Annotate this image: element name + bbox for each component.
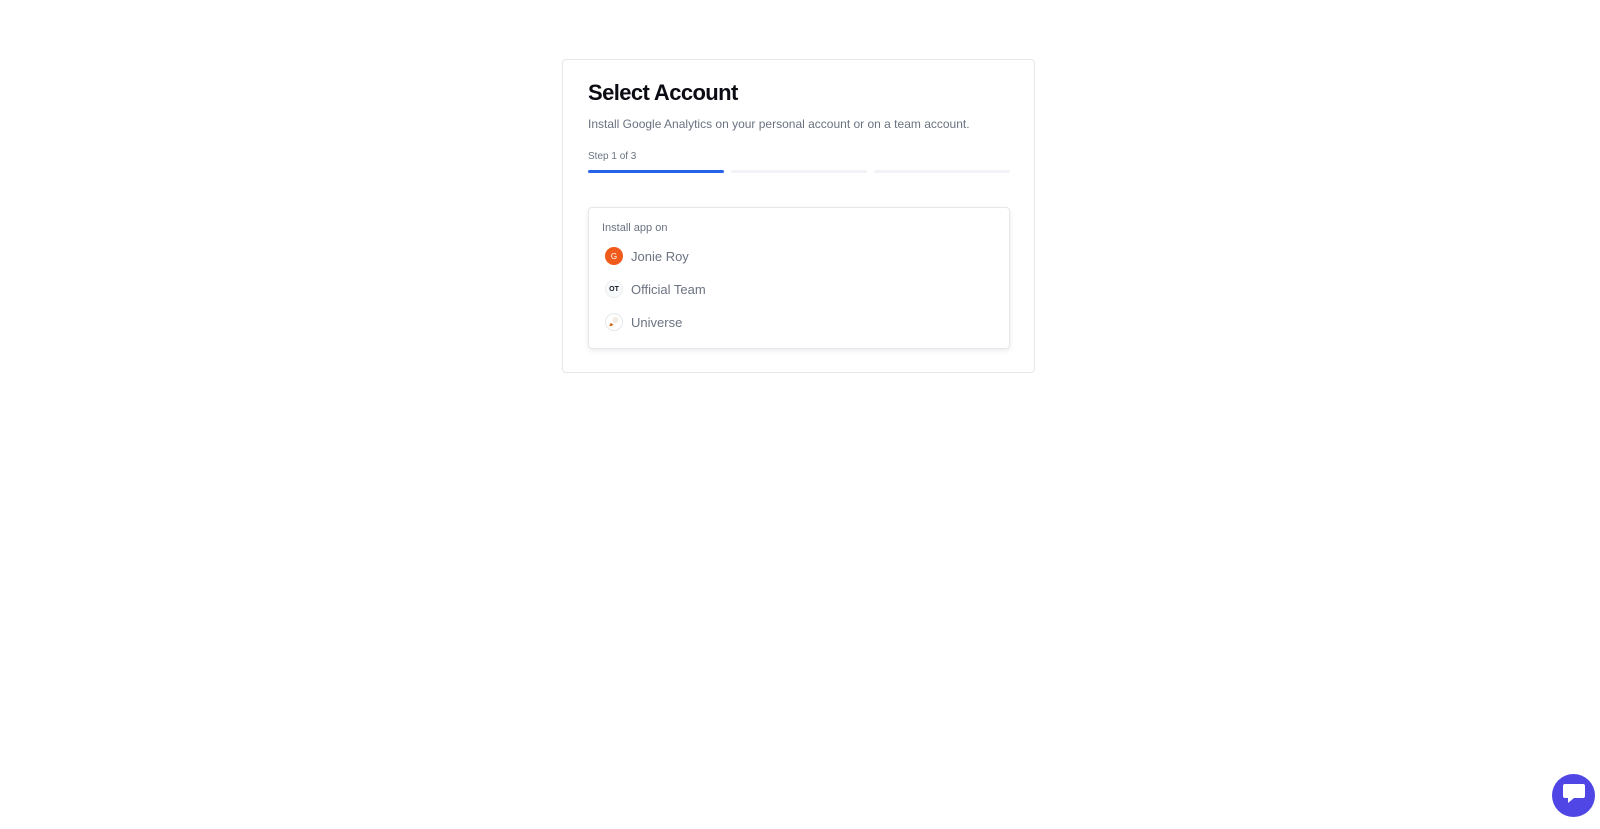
account-list-panel: Install app on G Jonie Roy OT Official T… <box>588 207 1010 349</box>
progress-segment-1 <box>588 170 724 173</box>
page-subtitle: Install Google Analytics on your persona… <box>588 117 970 131</box>
account-option-official-team[interactable]: OT Official Team <box>605 278 706 300</box>
step-progress-bar <box>588 170 1010 174</box>
avatar: G <box>605 247 623 265</box>
account-option-universe[interactable]: Universe <box>605 311 682 333</box>
progress-segment-3 <box>874 170 1010 173</box>
progress-segment-2 <box>731 170 867 173</box>
account-name: Jonie Roy <box>631 248 689 264</box>
install-app-on-label: Install app on <box>602 222 668 234</box>
avatar: OT <box>605 280 623 298</box>
chat-widget-button[interactable] <box>1552 774 1595 817</box>
step-indicator: Step 1 of 3 <box>588 151 637 162</box>
account-option-jonie-roy[interactable]: G Jonie Roy <box>605 245 689 267</box>
select-account-card: Select Account Install Google Analytics … <box>562 59 1035 373</box>
account-name: Universe <box>631 314 683 330</box>
chat-bubble-icon <box>1561 781 1587 810</box>
account-name: Official Team <box>631 281 706 297</box>
page-title: Select Account <box>588 80 738 105</box>
universe-logo-icon <box>605 313 623 331</box>
